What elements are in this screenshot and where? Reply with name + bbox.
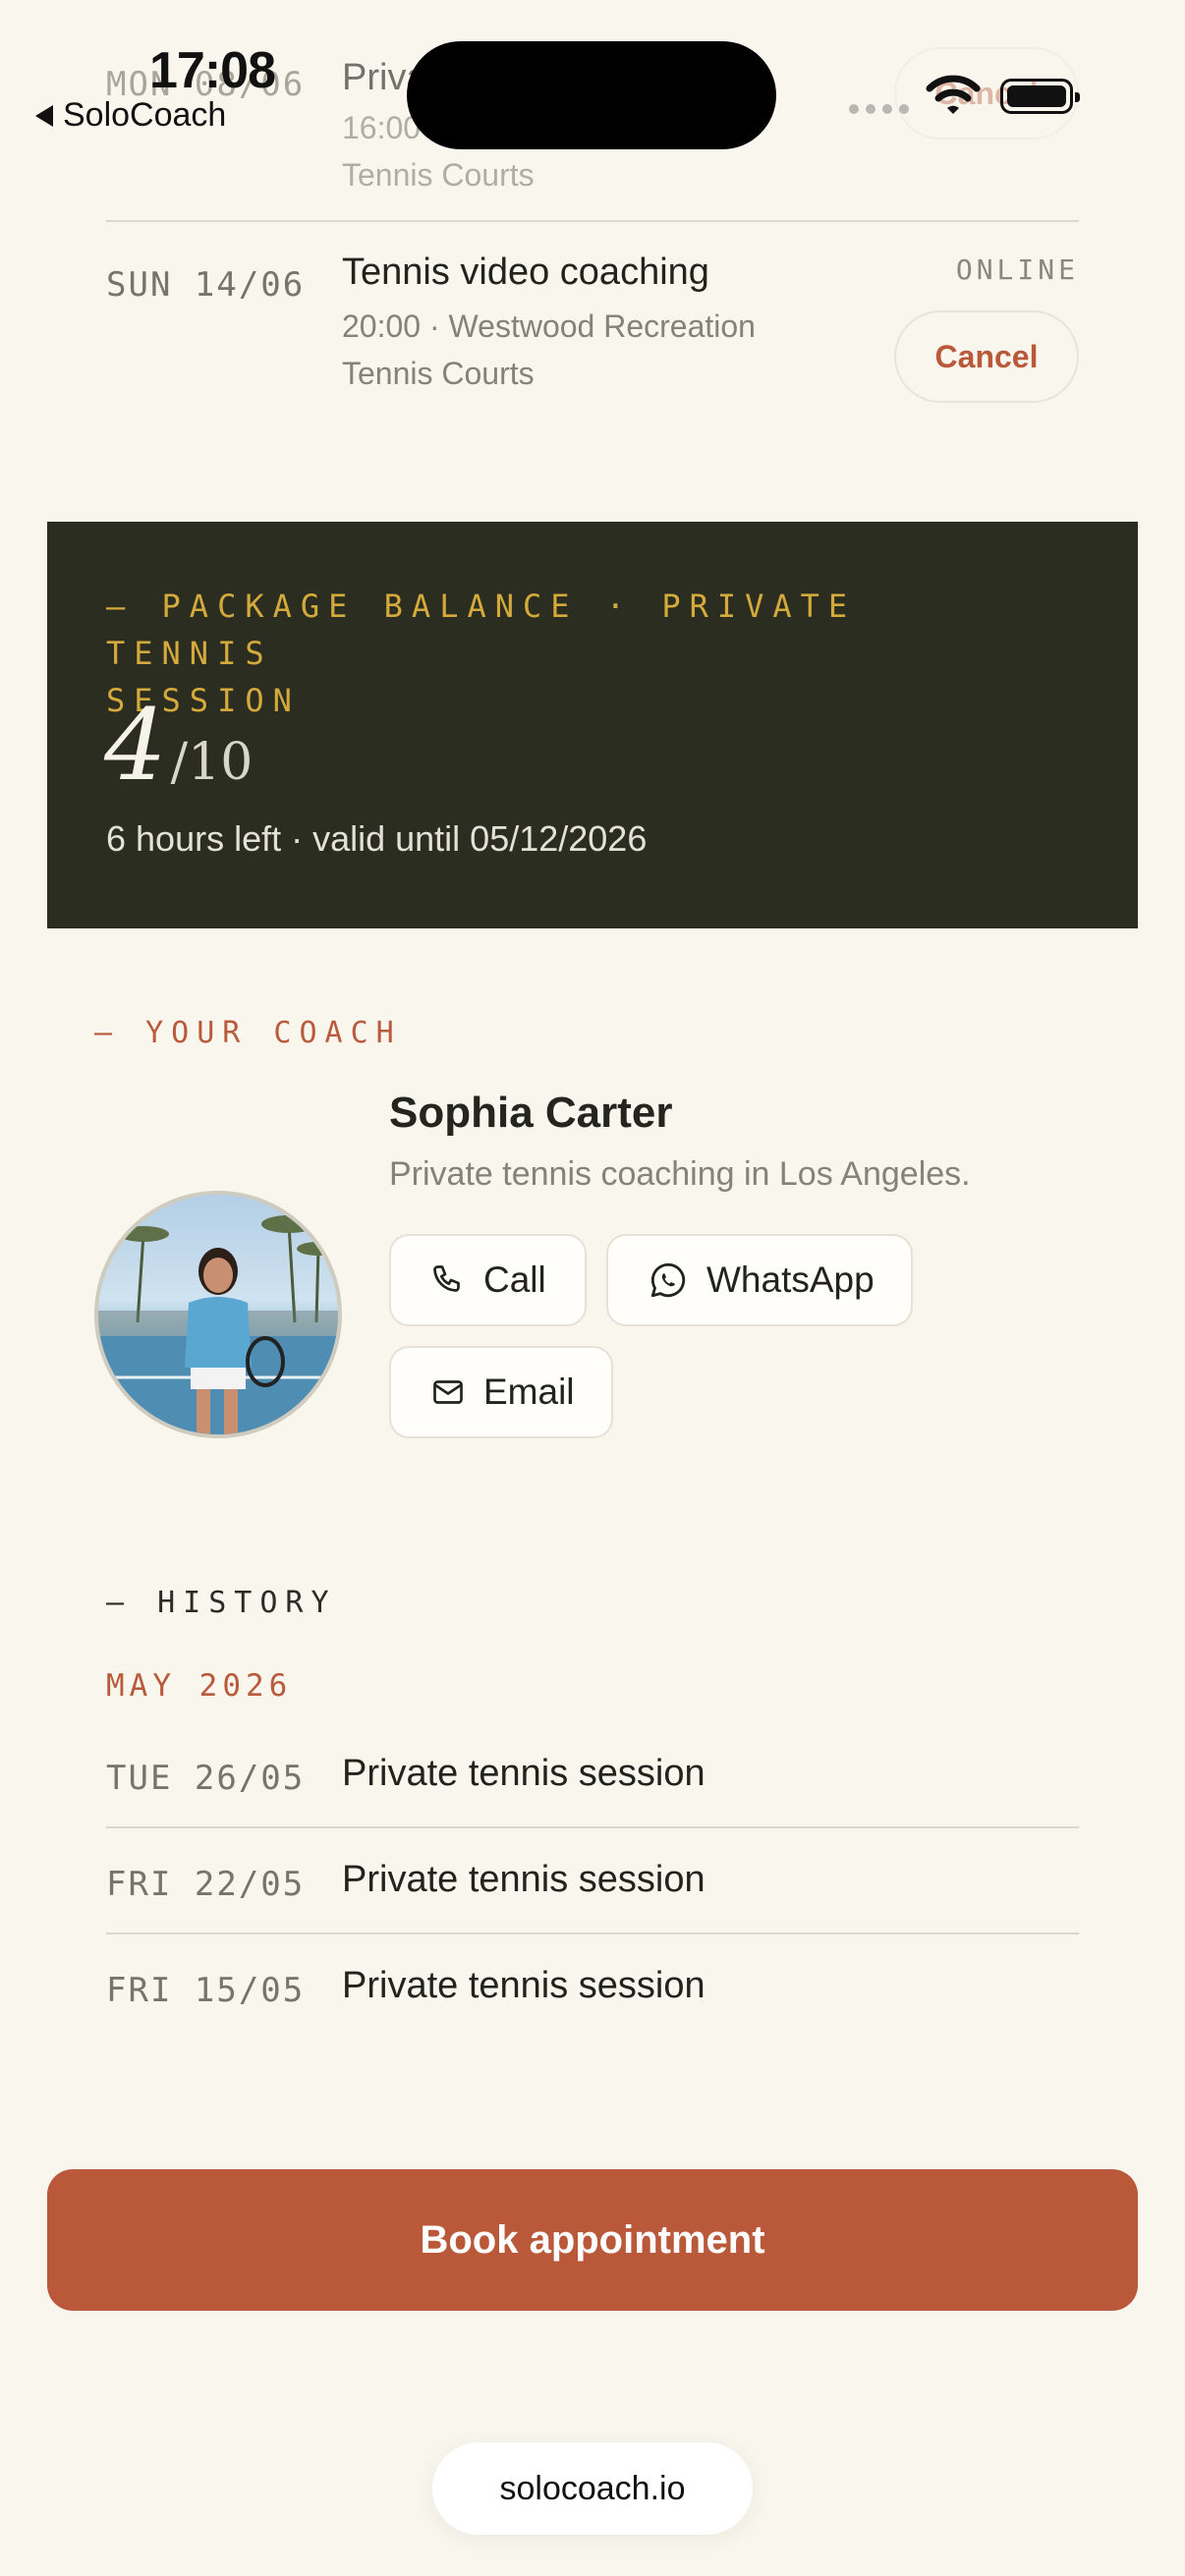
divider [106, 1932, 1079, 1934]
appointment-item[interactable]: SUN 14/06 Tennis video coaching 20:00 · … [106, 252, 1079, 409]
phone-icon [433, 1265, 460, 1292]
history-item[interactable]: FRI 15/05 Private tennis session [106, 1961, 1079, 2040]
coach-photo-icon [98, 1215, 338, 1434]
package-label-line1: — PACKAGE BALANCE · PRIVATE TENNIS [106, 588, 857, 672]
whatsapp-label: WhatsApp [706, 1260, 875, 1300]
status-time: 17:08 [149, 42, 276, 99]
history-date: FRI 15/05 [106, 1971, 306, 2010]
dynamic-island [407, 41, 776, 149]
url-bar[interactable]: solocoach.io [432, 2442, 753, 2535]
package-balance-card: — PACKAGE BALANCE · PRIVATE TENNIS SESSI… [47, 522, 1138, 928]
divider [106, 220, 1079, 222]
battery-icon [1000, 79, 1080, 114]
cancel-button[interactable]: Cancel [894, 310, 1079, 403]
history-title: Private tennis session [342, 1753, 705, 1794]
online-badge: ONLINE [955, 253, 1079, 286]
package-count: 4 /10 [104, 697, 253, 795]
call-label: Call [483, 1260, 546, 1300]
history-title: Private tennis session [342, 1859, 705, 1900]
coach-avatar [94, 1191, 342, 1438]
history-item[interactable]: FRI 22/05 Private tennis session [106, 1855, 1079, 1933]
back-arrow-icon [35, 104, 53, 127]
history-section-label: — HISTORY [106, 1586, 337, 1620]
mail-icon [433, 1380, 463, 1404]
wifi-icon [926, 75, 981, 114]
whatsapp-icon [650, 1262, 686, 1298]
appointment-details-line1: 20:00 · Westwood Recreation [342, 308, 756, 344]
email-button[interactable]: Email [389, 1346, 613, 1438]
signal-dots-icon [849, 104, 909, 114]
package-note: 6 hours left · valid until 05/12/2026 [106, 818, 648, 859]
history-date: TUE 26/05 [106, 1759, 306, 1798]
history-date: FRI 22/05 [106, 1865, 306, 1904]
coach-name: Sophia Carter [389, 1089, 673, 1137]
email-label: Email [483, 1372, 575, 1412]
history-title: Private tennis session [342, 1965, 705, 2006]
coach-description: Private tennis coaching in Los Angeles. [389, 1155, 971, 1193]
divider [106, 1826, 1079, 1828]
appointment-details-line2: Tennis Courts [342, 356, 535, 391]
book-appointment-button[interactable]: Book appointment [47, 2169, 1138, 2311]
history-month-label: MAY 2026 [106, 1668, 293, 1704]
appointment-title: Tennis video coaching [342, 252, 709, 293]
appointment-details: 20:00 · Westwood Recreation Tennis Court… [342, 303, 833, 397]
appointment-details-line2: Tennis Courts [342, 157, 535, 193]
appointment-date: SUN 14/06 [106, 265, 306, 305]
whatsapp-button[interactable]: WhatsApp [606, 1234, 913, 1326]
package-used-count: 4 [104, 688, 167, 803]
history-item[interactable]: TUE 26/05 Private tennis session [106, 1749, 1079, 1827]
back-to-app-button[interactable]: SoloCoach [35, 96, 226, 135]
coach-section-label: — YOUR COACH [94, 1016, 402, 1050]
package-total-count: /10 [170, 733, 254, 792]
back-app-label: SoloCoach [63, 96, 227, 134]
call-button[interactable]: Call [389, 1234, 587, 1326]
